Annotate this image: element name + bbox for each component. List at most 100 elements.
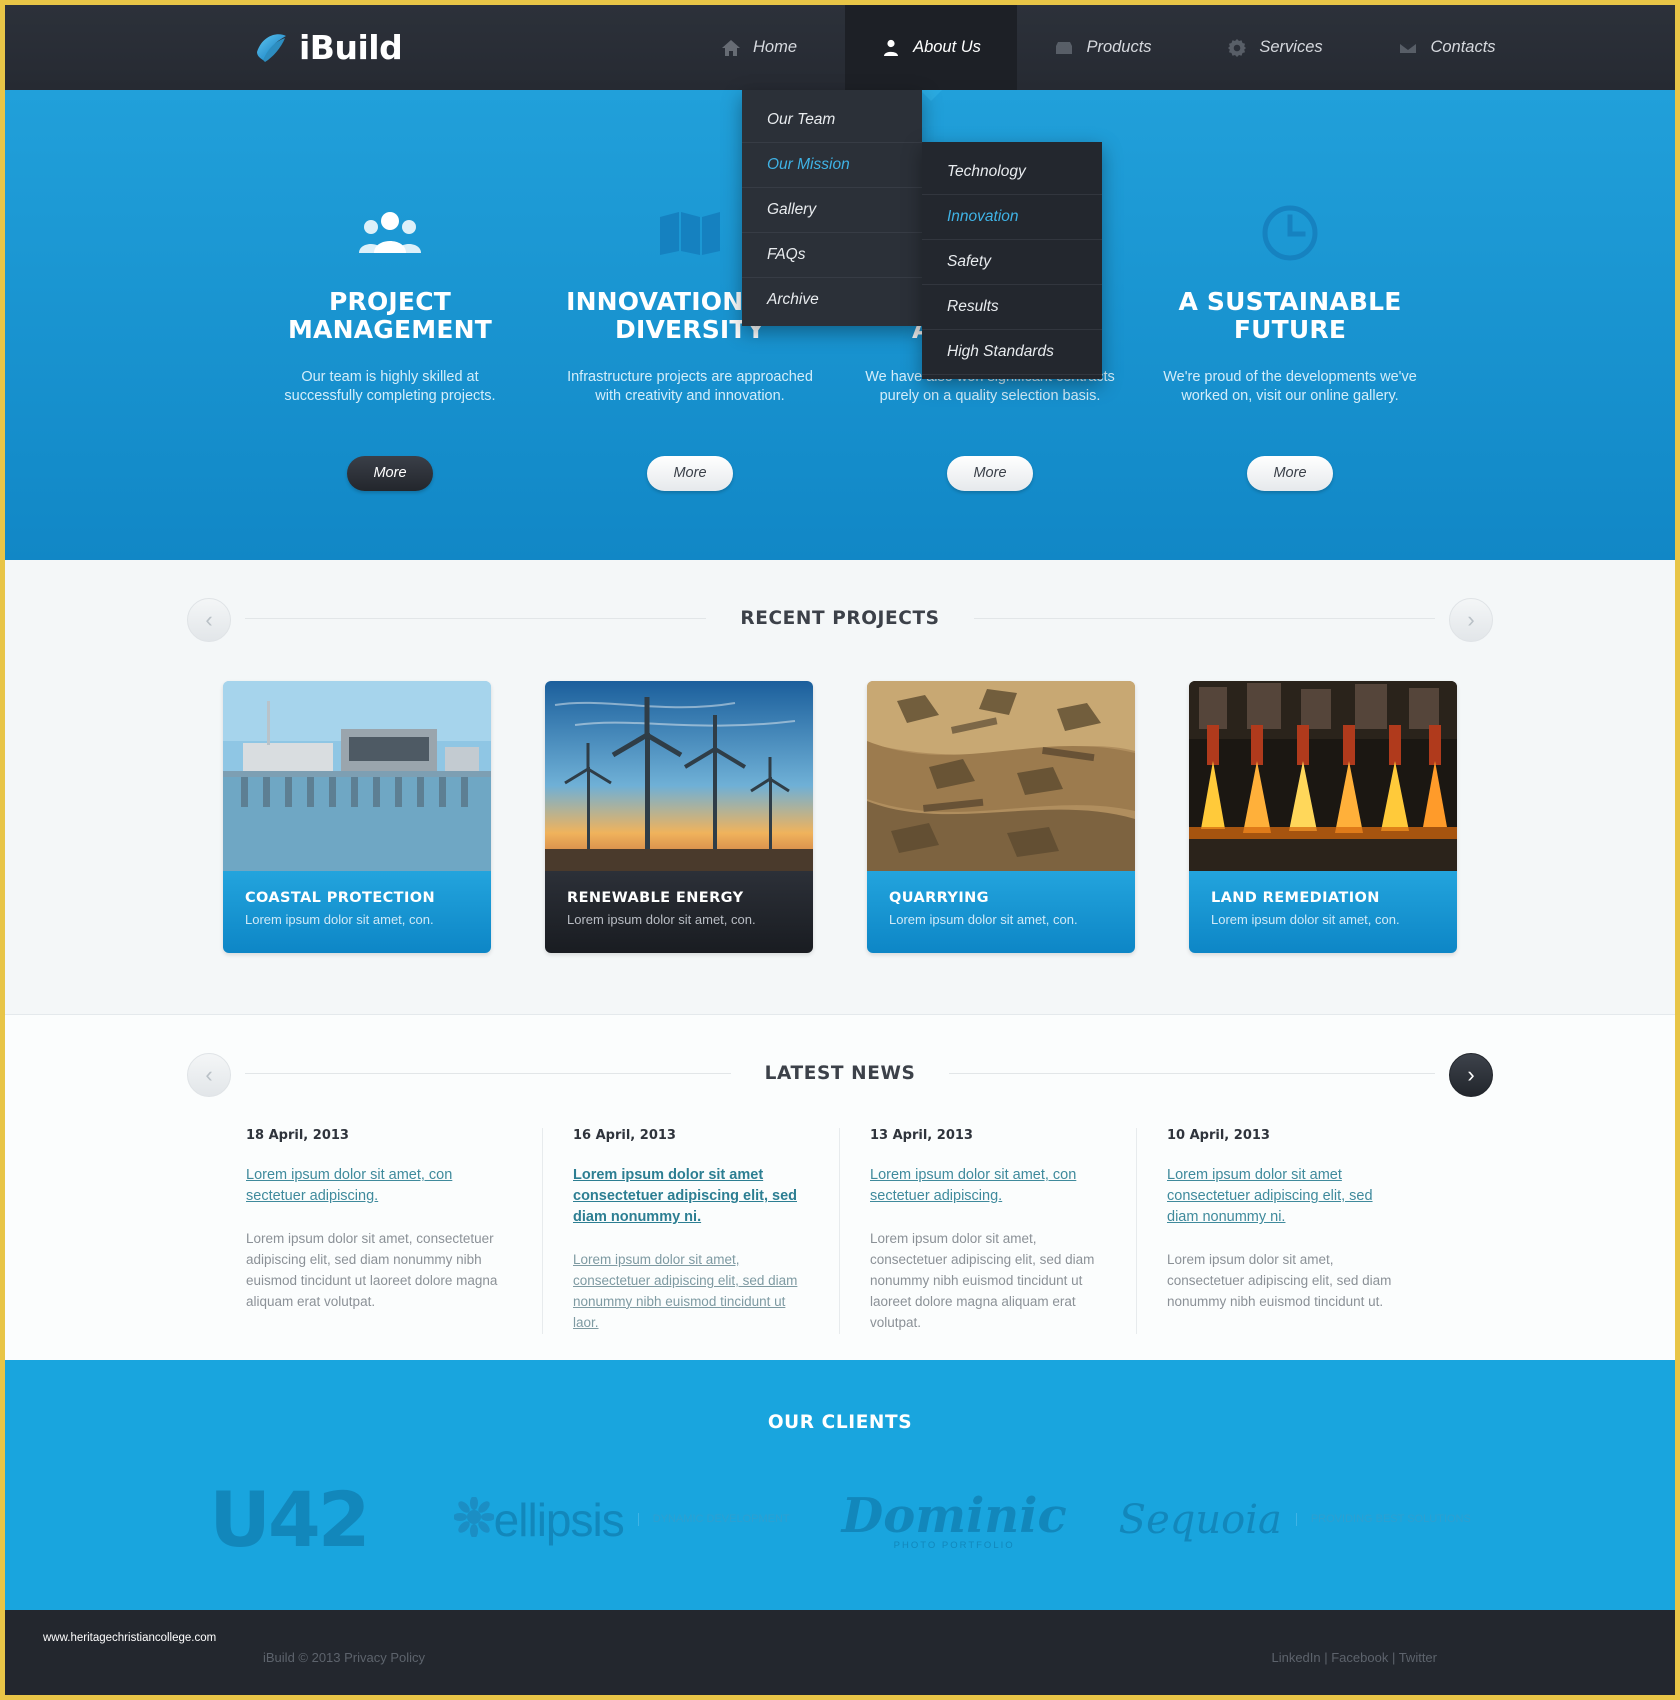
news-body: Lorem ipsum dolor sit amet, consectetuer… — [246, 1231, 498, 1309]
news-headline-link[interactable]: Lorem ipsum dolor sit amet consectetuer … — [1167, 1165, 1404, 1228]
clock-icon — [1140, 202, 1440, 264]
client-logo-text: U42 — [209, 1475, 370, 1564]
gear-icon — [1227, 38, 1247, 58]
social-link-facebook[interactable]: Facebook — [1331, 1650, 1388, 1665]
client-logos: U42 ellipsis DYNAMIC DEVELOPMENT Dominic… — [5, 1475, 1675, 1564]
nav-item-products[interactable]: Products — [1017, 5, 1189, 90]
client-logo-tagline: PHOTO PORTFOLIO — [893, 1540, 1015, 1551]
nav-item-contacts[interactable]: Contacts — [1361, 5, 1533, 90]
our-clients-section: OUR CLIENTS U42 ellipsis DYNAMIC DEVELOP… — [5, 1360, 1675, 1610]
dropdown-item-our-team[interactable]: Our Team — [742, 98, 922, 143]
swoosh-logo-icon — [253, 30, 289, 66]
nav-label: Contacts — [1430, 38, 1496, 56]
projects-next-button[interactable]: › — [1449, 598, 1493, 642]
divider — [973, 618, 1435, 619]
dropdown-item-innovation[interactable]: Innovation — [922, 195, 1102, 240]
project-card[interactable]: COASTAL PROTECTION Lorem ipsum dolor sit… — [223, 681, 491, 953]
news-prev-button[interactable]: ‹ — [187, 1053, 231, 1097]
social-link-linkedin[interactable]: LinkedIn — [1271, 1650, 1320, 1665]
latest-news-section: ‹ LATEST NEWS › 18 April, 2013 Lorem ips… — [5, 1015, 1675, 1360]
news-date: 16 April, 2013 — [573, 1128, 676, 1143]
person-icon — [881, 38, 901, 58]
project-title: COASTAL PROTECTION — [245, 890, 436, 906]
logo[interactable]: iBuild — [253, 28, 673, 67]
dropdown-item-safety[interactable]: Safety — [922, 240, 1102, 285]
site-footer: www.heritagechristiancollege.com iBuild … — [5, 1610, 1675, 1695]
steel-furnace-photo — [1189, 681, 1457, 871]
quarry-excavation-photo — [867, 681, 1135, 871]
client-logo-dominic[interactable]: Dominic PHOTO PORTFOLIO — [842, 1488, 1067, 1551]
footer-social-links: LinkedIn | Facebook | Twitter — [1271, 1650, 1437, 1665]
project-caption: RENEWABLE ENERGY Lorem ipsum dolor sit a… — [545, 871, 813, 953]
dropdown-item-our-mission[interactable]: Our Mission — [742, 143, 922, 188]
social-sep: | — [1388, 1650, 1399, 1665]
envelope-icon — [1398, 38, 1418, 58]
more-button[interactable]: More — [1247, 456, 1333, 491]
news-headline-link[interactable]: Lorem ipsum dolor sit amet, con sectetue… — [246, 1165, 512, 1207]
project-title: RENEWABLE ENERGY — [567, 890, 744, 906]
client-logo-ellipsis[interactable]: ellipsis DYNAMIC DEVELOPMENT — [452, 1493, 790, 1547]
news-next-button[interactable]: › — [1449, 1053, 1493, 1097]
feature-card: A SUSTAINABLE FUTURE We're proud of the … — [1140, 202, 1440, 560]
flower-icon — [452, 1496, 495, 1542]
project-desc: Lorem ipsum dolor sit amet, con. — [245, 912, 434, 927]
dropdown-item-results[interactable]: Results — [922, 285, 1102, 330]
client-logo-u42[interactable]: U42 — [209, 1475, 453, 1564]
news-date: 10 April, 2013 — [1167, 1128, 1270, 1143]
wind-turbines-photo — [545, 681, 813, 871]
project-desc: Lorem ipsum dolor sit amet, con. — [567, 912, 756, 927]
news-headline-link[interactable]: Lorem ipsum dolor sit amet consectetuer … — [573, 1165, 809, 1228]
client-logo-sequoia[interactable]: Sequoia PROVIDING BEST SOLUTIONS — [1119, 1497, 1471, 1543]
nav-item-services[interactable]: Services — [1189, 5, 1361, 90]
news-item: 10 April, 2013 Lorem ipsum dolor sit ame… — [1137, 1128, 1434, 1334]
dropdown-item-gallery[interactable]: Gallery — [742, 188, 922, 233]
projects-prev-button[interactable]: ‹ — [187, 598, 231, 642]
social-link-twitter[interactable]: Twitter — [1399, 1650, 1437, 1665]
more-button[interactable]: More — [947, 456, 1033, 491]
client-logo-text: Dominic — [841, 1488, 1067, 1544]
feature-desc: We're proud of the developments we've wo… — [1163, 369, 1417, 404]
feature-title: A SUSTAINABLE FUTURE — [1178, 287, 1402, 344]
projects-list: COASTAL PROTECTION Lorem ipsum dolor sit… — [5, 681, 1675, 953]
news-item: 13 April, 2013 Lorem ipsum dolor sit ame… — [840, 1128, 1137, 1334]
project-title: LAND REMEDIATION — [1211, 890, 1380, 906]
more-button[interactable]: More — [347, 456, 433, 491]
nav-label: Products — [1086, 38, 1152, 56]
nav-item-home[interactable]: Home — [673, 5, 845, 90]
dropdown-item-high-standards[interactable]: High Standards — [922, 330, 1102, 375]
people-group-icon — [240, 202, 540, 264]
more-button[interactable]: More — [647, 456, 733, 491]
project-title: QUARRYING — [889, 890, 989, 906]
dropdown-item-faqs[interactable]: FAQs — [742, 233, 922, 278]
dropdown-about-us: Our Team Our Mission Gallery FAQs Archiv… — [742, 90, 922, 326]
nav-item-about-us[interactable]: About Us — [845, 5, 1017, 101]
main-nav: Home About Us Products Services Contacts — [673, 5, 1675, 101]
feature-card: PROJECT MANAGEMENT Our team is highly sk… — [240, 202, 540, 560]
divider — [245, 618, 707, 619]
news-body[interactable]: Lorem ipsum dolor sit amet, consectetuer… — [573, 1250, 809, 1334]
harbour-barrier-photo — [223, 681, 491, 871]
client-logo-tagline: DYNAMIC DEVELOPMENT — [637, 1512, 790, 1527]
news-date: 13 April, 2013 — [870, 1128, 973, 1143]
client-logo-text: ellipsis — [493, 1493, 625, 1546]
page-root: iBuild Home About Us Products Services C… — [5, 5, 1675, 1695]
feature-desc: Infrastructure projects are approached w… — [567, 369, 813, 404]
logo-text: iBuild — [299, 28, 403, 67]
project-card[interactable]: QUARRYING Lorem ipsum dolor sit amet, co… — [867, 681, 1135, 953]
news-body: Lorem ipsum dolor sit amet, consectetuer… — [1167, 1252, 1392, 1309]
news-headline-link[interactable]: Lorem ipsum dolor sit amet, con sectetue… — [870, 1165, 1106, 1207]
project-caption: QUARRYING Lorem ipsum dolor sit amet, co… — [867, 871, 1135, 953]
project-caption: LAND REMEDIATION Lorem ipsum dolor sit a… — [1189, 871, 1457, 953]
news-item: 16 April, 2013 Lorem ipsum dolor sit ame… — [543, 1128, 840, 1334]
project-desc: Lorem ipsum dolor sit amet, con. — [1211, 912, 1400, 927]
project-card[interactable]: RENEWABLE ENERGY Lorem ipsum dolor sit a… — [545, 681, 813, 953]
news-body: Lorem ipsum dolor sit amet, consectetuer… — [870, 1231, 1095, 1330]
client-logo-text: Sequoia — [1118, 1496, 1282, 1543]
dropdown-item-archive[interactable]: Archive — [742, 278, 922, 322]
project-card[interactable]: LAND REMEDIATION Lorem ipsum dolor sit a… — [1189, 681, 1457, 953]
footer-copyright[interactable]: iBuild © 2013 Privacy Policy — [263, 1650, 425, 1665]
site-header: iBuild Home About Us Products Services C… — [5, 5, 1675, 101]
dropdown-item-technology[interactable]: Technology — [922, 150, 1102, 195]
section-title: OUR CLIENTS — [767, 1412, 913, 1433]
social-sep: | — [1320, 1650, 1332, 1665]
